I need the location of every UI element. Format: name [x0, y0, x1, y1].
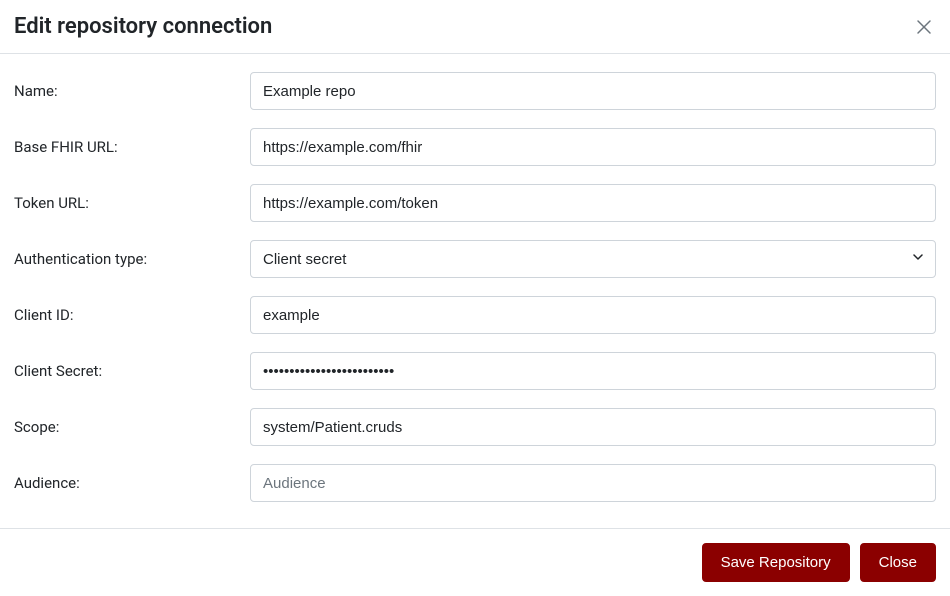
name-input[interactable] — [250, 72, 936, 110]
audience-label: Audience: — [14, 474, 250, 492]
close-icon-button[interactable] — [912, 15, 936, 39]
field-row-token-url: Token URL: — [14, 184, 936, 222]
edit-repository-modal: Edit repository connection Name: Base FH… — [0, 0, 950, 596]
field-row-audience: Audience: — [14, 464, 936, 502]
auth-type-select-wrapper: Client secret — [250, 240, 936, 278]
field-row-client-secret: Client Secret: — [14, 352, 936, 390]
token-url-input[interactable] — [250, 184, 936, 222]
base-url-input[interactable] — [250, 128, 936, 166]
field-row-name: Name: — [14, 72, 936, 110]
save-repository-button[interactable]: Save Repository — [702, 543, 850, 582]
close-icon — [916, 19, 932, 35]
modal-body: Name: Base FHIR URL: Token URL: Authenti… — [0, 54, 950, 528]
modal-title: Edit repository connection — [14, 14, 272, 39]
modal-footer: Save Repository Close — [0, 528, 950, 596]
name-label: Name: — [14, 82, 250, 100]
field-row-client-id: Client ID: — [14, 296, 936, 334]
token-url-label: Token URL: — [14, 194, 250, 212]
close-button[interactable]: Close — [860, 543, 936, 582]
client-id-label: Client ID: — [14, 306, 250, 324]
client-secret-label: Client Secret: — [14, 362, 250, 380]
auth-type-label: Authentication type: — [14, 250, 250, 268]
client-secret-input[interactable] — [250, 352, 936, 390]
field-row-scope: Scope: — [14, 408, 936, 446]
audience-input[interactable] — [250, 464, 936, 502]
auth-type-select[interactable]: Client secret — [250, 240, 936, 278]
base-url-label: Base FHIR URL: — [14, 138, 250, 156]
field-row-base-url: Base FHIR URL: — [14, 128, 936, 166]
modal-header: Edit repository connection — [0, 0, 950, 54]
client-id-input[interactable] — [250, 296, 936, 334]
scope-input[interactable] — [250, 408, 936, 446]
field-row-auth-type: Authentication type: Client secret — [14, 240, 936, 278]
scope-label: Scope: — [14, 418, 250, 436]
